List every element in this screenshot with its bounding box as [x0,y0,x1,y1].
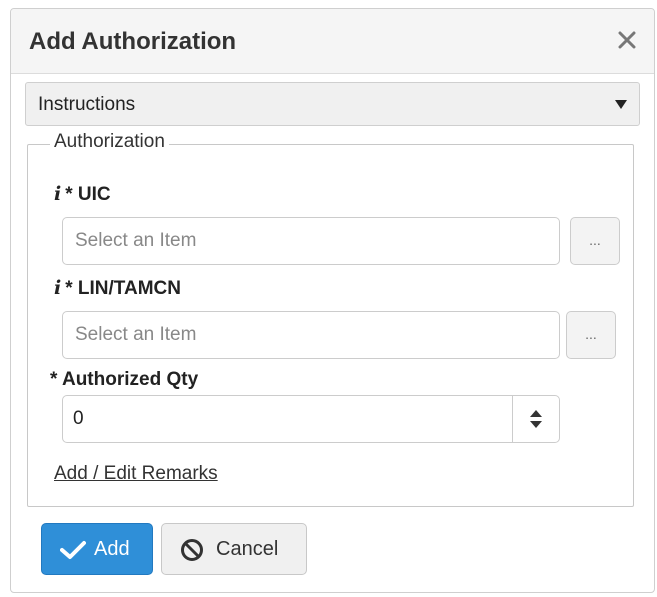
add-button-label: Add [94,538,130,560]
authorized-qty-value[interactable]: 0 [73,408,84,430]
uic-input[interactable] [62,217,560,265]
authorization-fieldset: Authorization i* UIC ... i* LIN/TAMCN ..… [27,131,634,507]
authorization-legend: Authorization [50,131,169,153]
close-icon [618,31,636,49]
instructions-label: Instructions [38,94,136,115]
add-authorization-dialog: Add Authorization Instructions Authoriza… [10,8,655,593]
authorized-qty-required-marker: * [50,369,58,390]
info-icon[interactable]: i [54,277,61,299]
cancel-button[interactable]: Cancel [161,523,307,575]
lin-tamcn-input[interactable] [62,311,560,359]
lin-tamcn-label-text: LIN/TAMCN [77,278,181,299]
up-down-arrows-icon [530,410,542,428]
authorized-qty-label-text: Authorized Qty [61,369,199,390]
authorized-qty-stepper[interactable]: 0 [62,395,560,443]
authorized-qty-label: * Authorized Qty [50,369,198,391]
uic-required-marker: * [65,184,73,205]
check-icon [60,541,86,559]
qty-spinner-button[interactable] [512,396,559,442]
uic-label: i * UIC [54,183,111,206]
cancel-button-label: Cancel [216,538,279,560]
instructions-accordion[interactable]: Instructions [25,82,640,126]
uic-label-text: UIC [77,184,111,205]
lin-tamcn-required-marker: * [65,278,73,299]
dialog-title: Add Authorization [29,28,237,55]
close-button[interactable] [614,27,640,53]
add-button[interactable]: Add [41,523,153,575]
add-edit-remarks-link[interactable]: Add / Edit Remarks [54,463,218,485]
lin-tamcn-label: i * LIN/TAMCN [54,277,181,300]
ban-icon [181,539,203,561]
lin-tamcn-lookup-button[interactable]: ... [566,311,616,359]
info-icon[interactable]: i [54,183,61,205]
dialog-header: Add Authorization [11,9,654,74]
uic-lookup-button[interactable]: ... [570,217,620,265]
caret-down-icon [615,100,627,109]
